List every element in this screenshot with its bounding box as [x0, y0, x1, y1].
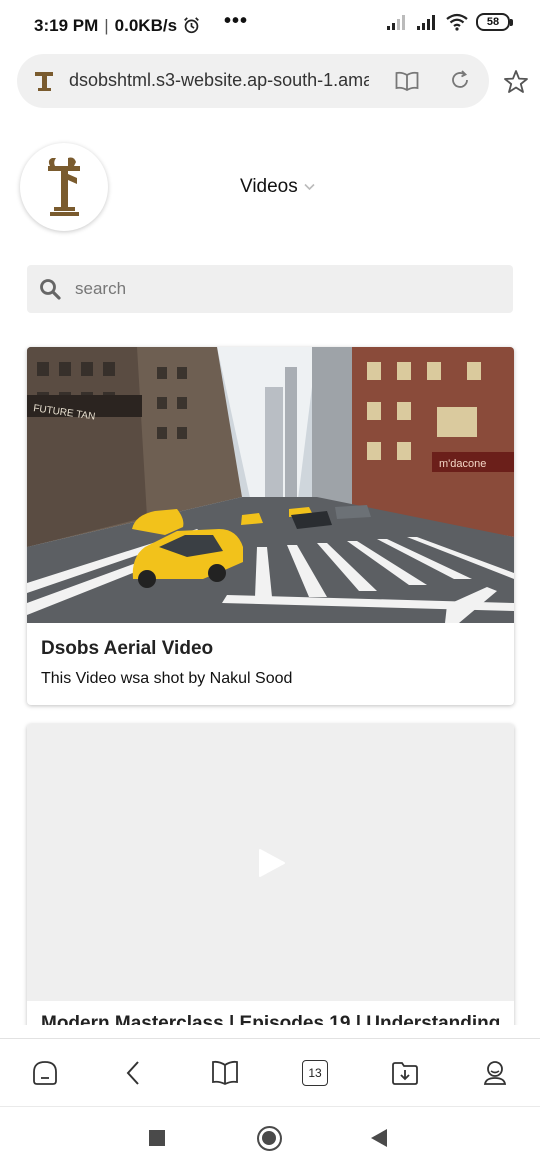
video-title[interactable]: Modern Masterclass | Episodes 19 | Under… [41, 1013, 500, 1025]
status-right: 58 [386, 13, 513, 31]
nav-title-label: Videos [240, 176, 298, 197]
search-icon [40, 279, 61, 300]
video-thumbnail[interactable]: FUTURE TAN m'dacone [27, 347, 514, 623]
tabs-count-button[interactable]: 13 [302, 1060, 328, 1086]
site-logo[interactable] [20, 143, 108, 231]
status-bar: 3:19 PM | 0.0KB/s ••• 58 [0, 0, 540, 50]
search-box [27, 265, 513, 313]
bookmark-star-icon[interactable] [503, 69, 529, 95]
nav-dropdown[interactable]: Videos [240, 176, 315, 198]
play-icon[interactable] [256, 848, 286, 878]
recents-icon[interactable] [149, 1130, 165, 1146]
site-logo-icon [48, 157, 80, 216]
battery-indicator: 58 [476, 13, 513, 31]
url-text[interactable]: dsobshtml.s3-website.ap-south-1.amazonaw… [69, 70, 369, 91]
video-list: FUTURE TAN m'dacone Dsobs Aerial Video T… [0, 340, 540, 1025]
profile-icon[interactable] [481, 1059, 509, 1087]
signal-1-icon [387, 15, 405, 30]
video-placeholder[interactable] [27, 724, 514, 1001]
signal-2-icon [417, 15, 435, 30]
wifi-icon [446, 13, 468, 31]
alarm-icon [184, 17, 199, 34]
reader-mode-icon[interactable] [395, 71, 419, 91]
status-time: 3:19 PM [34, 15, 99, 35]
street-scene-image: FUTURE TAN m'dacone [27, 347, 514, 623]
back-icon[interactable] [120, 1059, 148, 1087]
home-button-icon[interactable] [257, 1126, 282, 1151]
site-favicon-icon [35, 72, 53, 91]
status-left: 3:19 PM | 0.0KB/s ••• [34, 10, 248, 37]
home-icon[interactable] [31, 1059, 59, 1087]
status-network-speed: 0.0KB/s [114, 15, 178, 35]
address-bar[interactable]: dsobshtml.s3-website.ap-south-1.amazonaw… [17, 54, 489, 108]
video-title[interactable]: Dsobs Aerial Video [41, 638, 213, 660]
chevron-down-icon [304, 183, 315, 191]
browser-toolbar: 13 [0, 1038, 540, 1106]
reload-icon[interactable] [449, 69, 471, 91]
system-back-icon[interactable] [371, 1129, 387, 1147]
video-description: This Video wsa shot by Nakul Sood [41, 670, 293, 687]
bookmarks-icon[interactable] [211, 1059, 239, 1087]
system-navigation-bar [0, 1106, 540, 1170]
video-card[interactable]: Modern Masterclass | Episodes 19 | Under… [27, 724, 514, 1025]
browser-address-row: dsobshtml.s3-website.ap-south-1.amazonaw… [0, 54, 540, 110]
downloads-icon[interactable] [391, 1059, 419, 1087]
svg-text:m'dacone: m'dacone [439, 458, 486, 470]
more-notifications-icon: ••• [224, 10, 249, 32]
status-separator: | [104, 15, 109, 35]
video-card[interactable]: FUTURE TAN m'dacone Dsobs Aerial Video T… [27, 347, 514, 705]
search-input[interactable] [75, 265, 495, 313]
